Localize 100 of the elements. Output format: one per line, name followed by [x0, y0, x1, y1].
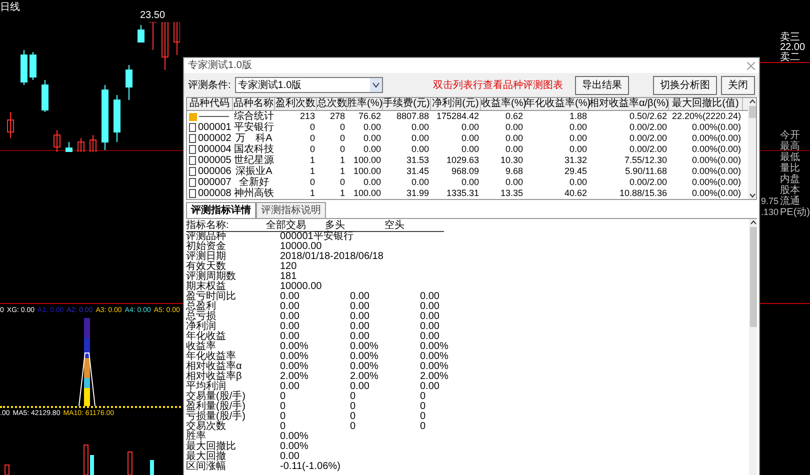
table-cell: 0.00/2.00 [629, 122, 667, 133]
quote-label: 量比 [780, 163, 801, 174]
table-cell: 31.53 [406, 155, 429, 166]
close-icon[interactable] [747, 62, 755, 70]
table-cell: 1 [340, 166, 345, 177]
detail-cell: 10000.00 [280, 242, 322, 252]
detail-cell-text: 0.00 [350, 302, 370, 312]
column-header[interactable]: 盈利次数 [275, 98, 317, 110]
detail-header: 全部交易 [266, 218, 307, 232]
candlestick [90, 134, 96, 152]
summary-icon [189, 112, 197, 120]
detail-cell-text: 0 [280, 422, 287, 432]
table-cell: 0.00 [505, 177, 523, 188]
tab[interactable]: 评测指标说明 [256, 202, 326, 218]
column-header[interactable]: 品种名称 [233, 98, 275, 110]
detail-cell-text: 0.00 [280, 322, 300, 332]
detail-cell-text: 0 [280, 412, 287, 422]
table-cell: 0.00%(0.00) [692, 122, 741, 133]
detail-header: 空头 [384, 218, 406, 232]
detail-header: 多头 [325, 218, 346, 230]
column-header[interactable]: 最大回撤比(值) [669, 98, 743, 110]
detail-cell-text: 0 [420, 412, 427, 422]
detail-header: 指标名称: [186, 218, 230, 230]
table-cell: 0.00 [505, 144, 523, 155]
table-cell: 000002 [198, 133, 232, 144]
column-header[interactable]: 收益率(%) [481, 98, 525, 110]
detail-cell-text: 评测日期 [186, 252, 227, 262]
dialog-button[interactable]: 关闭 [721, 76, 755, 94]
detail-cell-text: 0 [350, 402, 357, 412]
scroll-up-icon[interactable] [748, 98, 756, 106]
detail-cell-text: 相对收益率β [186, 372, 243, 382]
high-price-label: 23.50 [140, 9, 166, 23]
detail-cell-text: 0.00 [280, 332, 300, 342]
column-header[interactable]: 相对收益率α/β(%) [589, 98, 669, 110]
tab[interactable]: 评测指标详情 [186, 202, 256, 218]
scrollbar-thumb[interactable] [748, 106, 756, 118]
detail-cell-text: 0.00 [420, 382, 440, 392]
column-header[interactable]: 净利润(元) [431, 98, 481, 110]
detail-cell-text: 盈利量(股/手) [186, 402, 246, 412]
candlestick [78, 138, 84, 152]
detail-cell-text: 0.00% [350, 362, 380, 372]
table-cell: 0.00 [461, 177, 479, 188]
detail-cell-text: 最大回撤比 [186, 442, 237, 452]
table-cell: 000004 [198, 144, 232, 155]
column-header[interactable]: 胜率(%) [347, 98, 383, 110]
candlestick [114, 94, 120, 142]
dialog-button[interactable]: 切换分析图 [653, 76, 717, 94]
detail-cell-text: 0.00 [420, 302, 440, 312]
table-cell: 000005 [198, 155, 232, 166]
table-cell: 0 [340, 144, 345, 155]
table-cell: 0.62 [505, 111, 523, 122]
table-cell: 000007 [198, 177, 232, 188]
table-cell: 000001 [198, 122, 232, 133]
condition-dropdown[interactable]: 专家测试1.0版 [234, 77, 383, 93]
order-book-label: 卖二 [780, 53, 801, 63]
candlestick [66, 142, 72, 152]
detail-cell: 0.00 [280, 452, 300, 462]
detail-cell-text: 2.00% [420, 372, 450, 382]
detail-cell-text: 相对收益率α [186, 362, 243, 372]
scrollbar[interactable] [748, 98, 756, 199]
table-cell: 0.00 [461, 122, 479, 133]
detail-cell-text: 0.00 [350, 322, 370, 332]
table-cell: 0.00%(0.00) [692, 155, 741, 166]
scroll-down-icon[interactable] [748, 191, 756, 199]
quote-label: 内盘 [780, 174, 801, 185]
column-header[interactable]: 品种代码 [187, 98, 233, 110]
table-cell: 1.88 [569, 111, 587, 122]
detail-cell: 181 [280, 272, 297, 282]
quote-label: 最低 [780, 152, 801, 163]
detail-cell-text: 0 [350, 412, 357, 422]
detail-cell-text: 0.00 [280, 302, 300, 312]
table-cell: 0 [340, 122, 345, 133]
detail-cell-text: 0.00% [420, 362, 450, 372]
detail-cell-text: 期末权益 [186, 282, 226, 292]
detail-cell: -0.11(-1.06%) [280, 462, 340, 472]
scrollbar-thumb[interactable] [750, 227, 756, 327]
detail-cell-text: 收益率 [186, 342, 216, 352]
detail-cell-text: 0.00 [420, 292, 440, 302]
table-cell: 0.00 [461, 133, 479, 144]
window-title: 专家测试1.0版 [188, 58, 252, 73]
table-cell: 31.32 [564, 155, 587, 166]
table-cell: 31.99 [406, 188, 429, 199]
candlestick [138, 24, 144, 42]
candlestick [126, 64, 132, 100]
table-cell: 0.00 [363, 122, 381, 133]
column-header[interactable]: 手续费(元) [383, 98, 431, 110]
detail-cell: 2018/01/18-2018/06/18 [280, 252, 384, 262]
detail-cell-text: 0 [420, 422, 427, 432]
dialog-button[interactable]: 导出结果 [575, 76, 629, 94]
detail-cell: 10000.00 [280, 282, 322, 292]
column-header[interactable]: 总次数 [317, 98, 347, 110]
detail-cell-text: 2.00% [350, 372, 380, 382]
candlestick [7, 112, 14, 138]
quote-label: 今开 [780, 130, 801, 141]
scroll-up-icon[interactable] [750, 219, 756, 227]
detail-cell-text: 区间涨幅 [186, 462, 227, 472]
column-header[interactable]: 年化收益率(%) [525, 98, 589, 110]
scrollbar[interactable] [749, 219, 757, 475]
table-cell: 0.00 [411, 122, 429, 133]
candlestick [174, 22, 180, 56]
